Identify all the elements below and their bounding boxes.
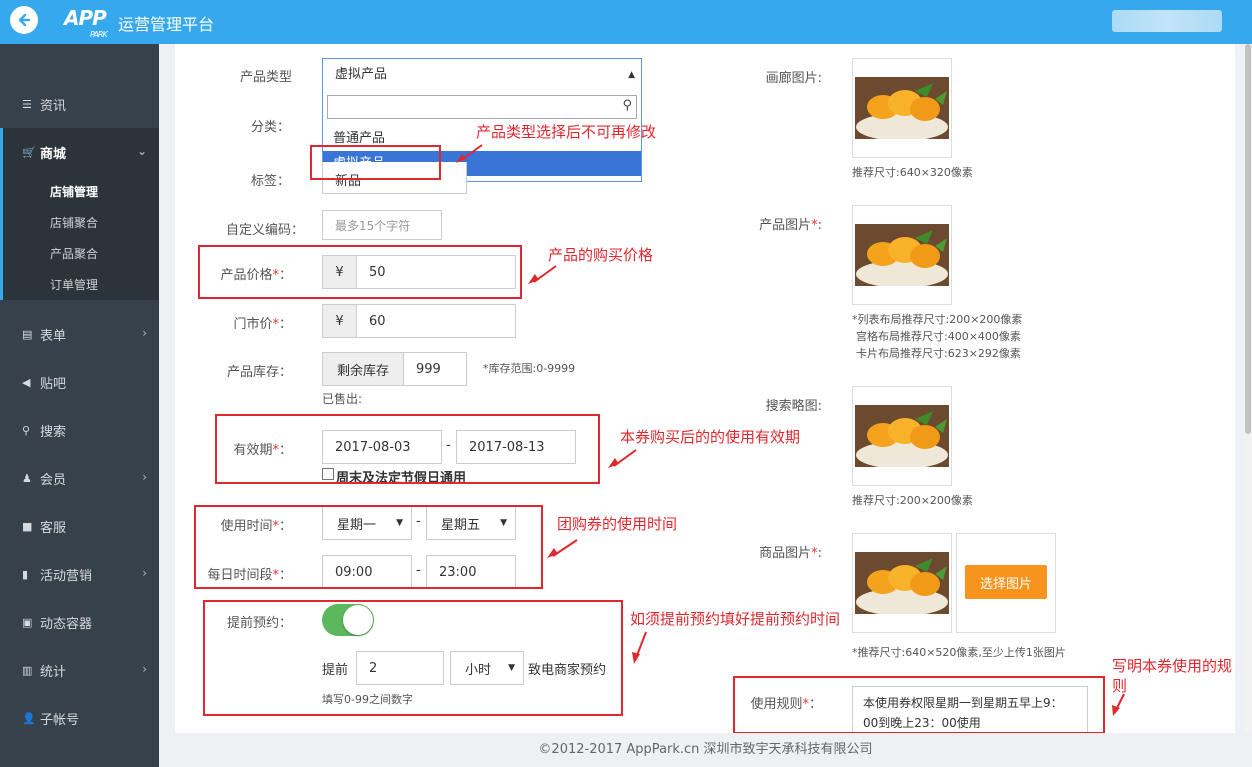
annotation-arrow-icon <box>1112 693 1125 716</box>
annotation-box-rules <box>733 676 1105 734</box>
container-icon: ▣ <box>22 615 33 629</box>
annotation-arrow-icon <box>632 631 647 664</box>
annotation-use-time-note: 团购券的使用时间 <box>557 515 678 533</box>
goods-image[interactable] <box>852 533 952 633</box>
stock-hint: *库存范围:0-9999 <box>483 362 576 375</box>
platform-title: 运营管理平台 <box>118 15 215 34</box>
annotation-type-note: 产品类型选择后不可再修改 <box>476 123 657 141</box>
annotation-price-note: 产品的购买价格 <box>548 246 654 264</box>
annotation-arrow-icon <box>528 265 557 284</box>
sidebar-item-marketing[interactable]: ▮ 活动营销 › <box>0 550 159 598</box>
annotation-validity-note: 本券购买后的的使用有效期 <box>620 428 801 446</box>
mango-image-icon <box>855 224 949 286</box>
sidebar-item-service[interactable]: ■ 客服 <box>0 502 159 550</box>
sidebar-item-forum[interactable]: ◀ 贴吧 <box>0 358 159 406</box>
sidebar-item-search[interactable]: ⚲ 搜索 <box>0 406 159 454</box>
search-thumb-image[interactable] <box>852 386 952 486</box>
caret-up-icon: ▲ <box>628 70 635 80</box>
sold-label: 已售出: <box>322 392 363 406</box>
sidebar-item-subaccount[interactable]: 👤 子帐号 <box>0 694 159 742</box>
sidebar-sub-store-aggregate[interactable]: 店铺聚合 <box>0 207 159 238</box>
annotation-arrow-icon <box>456 144 483 163</box>
chevron-right-icon: › <box>142 566 147 580</box>
search-icon: ⚲ <box>22 423 31 437</box>
product-image-label: 产品图片*: <box>759 218 822 233</box>
search-thumb-label: 搜索略图: <box>765 399 822 414</box>
annotation-arrow-icon <box>608 449 637 468</box>
stock-label: 产品库存： <box>226 365 292 380</box>
goods-hint: *推荐尺寸:640×520像素,至少上传1张图片 <box>852 646 1066 659</box>
megaphone-icon: ◀ <box>22 375 31 389</box>
annotation-rules-note-line1: 写明本券使用的规 <box>1112 657 1233 675</box>
list-icon: ☰ <box>22 97 32 111</box>
stock-addon: 剩余库存 <box>322 352 404 386</box>
market-price-currency-addon: ¥ <box>322 304 357 338</box>
custom-code-input[interactable]: 最多15个字符 <box>322 210 442 240</box>
goods-image-label: 商品图片*: <box>759 546 822 561</box>
chevron-right-icon: › <box>142 470 147 484</box>
product-type-select[interactable]: 虚拟产品 ▲ <box>323 59 641 91</box>
user-icon: 👤 <box>22 711 36 725</box>
annotation-box-use-time <box>194 505 543 589</box>
chevron-right-icon: › <box>142 326 147 340</box>
annotation-box-reserve <box>203 600 623 716</box>
sidebar-sub-product-aggregate[interactable]: 产品聚合 <box>0 238 159 269</box>
tag-label: 标签： <box>250 174 290 189</box>
mango-image-icon <box>855 405 949 467</box>
sidebar-sub-store-manage[interactable]: 店铺管理 <box>0 176 159 207</box>
search-thumb-hint: 推荐尺寸:200×200像素 <box>852 494 973 507</box>
product-hint-card: 卡片布局推荐尺寸:623×292像素 <box>856 347 1021 360</box>
footer: ©2012-2017 AppPark.cn 深圳市致宇天承科技有限公司 <box>159 733 1252 767</box>
mango-image-icon <box>855 77 949 139</box>
annotation-reserve-note: 如须提前预约填好提前预约时间 <box>630 610 841 628</box>
chevron-down-icon: ⌄ <box>136 144 147 158</box>
form-icon: ▤ <box>22 327 33 341</box>
top-bar: APP PARK 运营管理平台 <box>0 0 1252 44</box>
custom-code-label: 自定义编码： <box>225 223 304 238</box>
product-hint-list: *列表布局推荐尺寸:200×200像素 <box>852 313 1023 326</box>
chevron-right-icon: › <box>142 662 147 676</box>
mango-image-icon <box>855 552 949 614</box>
sidebar-item-member[interactable]: ♟ 会员 › <box>0 454 159 502</box>
gallery-hint: 推荐尺寸:640×320像素 <box>852 166 973 179</box>
annotation-box-type <box>310 145 441 180</box>
back-button[interactable] <box>10 6 38 34</box>
market-price-label: 门市价*： <box>233 317 292 332</box>
chat-icon: ■ <box>22 519 33 533</box>
bookmark-icon: ▮ <box>22 567 29 581</box>
gallery-label: 画廊图片: <box>765 71 822 86</box>
sidebar-item-news[interactable]: ☰ 资讯 <box>0 80 159 128</box>
product-type-label: 产品类型 <box>239 70 292 85</box>
app-logo: APP PARK <box>64 6 108 39</box>
bar-chart-icon: ▥ <box>22 663 33 677</box>
scrollbar-thumb[interactable] <box>1245 44 1251 434</box>
sidebar-sub-order-manage[interactable]: 订单管理 <box>0 269 159 300</box>
sidebar-item-form[interactable]: ▤ 表单 › <box>0 310 159 358</box>
sidebar-item-mall[interactable]: 🛒 商城 ⌄ <box>0 128 159 176</box>
market-price-input[interactable]: 60 <box>356 304 516 338</box>
user-info[interactable] <box>1112 10 1222 32</box>
search-icon: ⚲ <box>622 98 632 113</box>
sidebar-item-stats[interactable]: ▥ 统计 › <box>0 646 159 694</box>
category-label: 分类： <box>250 120 290 135</box>
arrow-left-icon <box>18 13 31 27</box>
choose-image-button[interactable]: 选择图片 <box>965 565 1047 599</box>
gallery-image[interactable] <box>852 58 952 158</box>
bell-icon: ♟ <box>22 471 32 485</box>
annotation-box-validity <box>215 414 600 484</box>
cart-icon: 🛒 <box>22 145 36 159</box>
sidebar-item-container[interactable]: ▣ 动态容器 <box>0 598 159 646</box>
product-image[interactable] <box>852 205 952 305</box>
stock-input[interactable]: 999 <box>403 352 467 386</box>
dropdown-search-input[interactable]: ⚲ <box>327 95 637 119</box>
scrollbar[interactable] <box>1244 44 1252 733</box>
product-hint-grid: 宫格布局推荐尺寸:400×400像素 <box>856 330 1021 343</box>
annotation-arrow-icon <box>547 539 578 558</box>
annotation-box-price <box>198 245 522 299</box>
